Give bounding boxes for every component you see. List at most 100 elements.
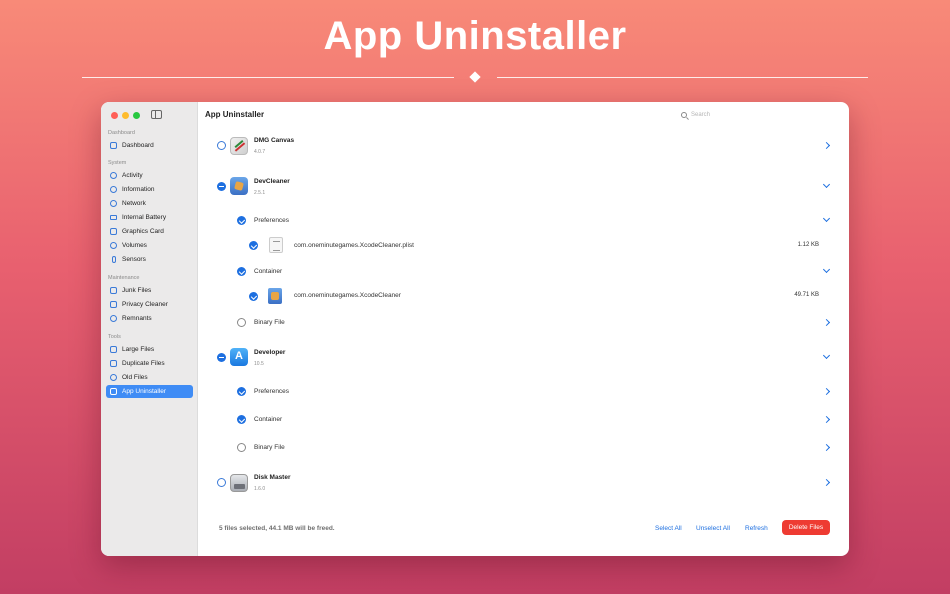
chevron-down-icon[interactable] — [822, 351, 831, 360]
group-checkbox[interactable] — [237, 443, 246, 452]
hero-divider-left — [82, 77, 454, 78]
sidebar-item-label: App Uninstaller — [122, 388, 167, 395]
chevron-right-icon[interactable] — [822, 387, 831, 396]
group-row-devcleaner-container[interactable]: Container — [199, 262, 849, 282]
sidebar-item-large-files[interactable]: Large Files — [106, 343, 193, 356]
sidebar-item-label: Sensors — [122, 256, 146, 263]
sidebar-item-label: Graphics Card — [122, 228, 164, 235]
group-row-developer-binary-file[interactable]: Binary File — [199, 438, 849, 458]
sidebar-item-label: Large Files — [122, 346, 155, 353]
sidebar-item-graphics-card[interactable]: Graphics Card — [106, 225, 193, 238]
clock-icon — [110, 374, 117, 381]
group-checkbox[interactable] — [237, 267, 246, 276]
file-size: 1.12 KB — [797, 242, 819, 248]
app-version: 4.0.7 — [254, 149, 266, 155]
sidebar-item-sensors[interactable]: Sensors — [106, 253, 193, 266]
sidebar-item-network[interactable]: Network — [106, 197, 193, 210]
section-label-dashboard: Dashboard — [108, 130, 135, 136]
sidebar-item-dashboard[interactable]: Dashboard — [106, 139, 193, 152]
file-size: 49.71 KB — [794, 292, 819, 298]
unselect-all-button[interactable]: Unselect All — [696, 525, 730, 532]
sidebar-item-remnants[interactable]: Remnants — [106, 312, 193, 325]
group-checkbox[interactable] — [237, 318, 246, 327]
refresh-button[interactable]: Refresh — [745, 525, 768, 532]
app-name: Disk Master — [254, 474, 291, 481]
battery-icon — [110, 215, 117, 220]
magnifier-icon — [110, 315, 117, 322]
select-all-button[interactable]: Select All — [655, 525, 682, 532]
sidebar-toggle-icon[interactable] — [151, 110, 162, 119]
sidebar-item-privacy-cleaner[interactable]: Privacy Cleaner — [106, 298, 193, 311]
delete-files-button[interactable]: Delete Files — [782, 520, 830, 535]
group-row-devcleaner-binary-file[interactable]: Binary File — [199, 313, 849, 333]
app-version: 2.5.1 — [254, 190, 266, 196]
file-row[interactable]: com.oneminutegames.XcodeCleaner 49.71 KB — [199, 286, 849, 308]
app-box-icon — [110, 388, 117, 395]
chevron-right-icon[interactable] — [822, 318, 831, 327]
file-name: com.oneminutegames.XcodeCleaner — [294, 292, 401, 299]
chevron-right-icon[interactable] — [822, 141, 831, 150]
sidebar-item-old-files[interactable]: Old Files — [106, 371, 193, 384]
section-label-maintenance: Maintenance — [108, 275, 140, 281]
gpu-icon — [110, 228, 117, 235]
group-row-developer-preferences[interactable]: Preferences — [199, 381, 849, 401]
sidebar-item-information[interactable]: Information — [106, 183, 193, 196]
hero-title: App Uninstaller — [323, 14, 627, 58]
section-label-system: System — [108, 160, 127, 166]
sidebar-item-app-uninstaller[interactable]: App Uninstaller — [106, 385, 193, 398]
group-checkbox[interactable] — [237, 415, 246, 424]
sidebar: Dashboard Dashboard System Activity Info… — [101, 102, 198, 556]
shield-icon — [110, 301, 117, 308]
sidebar-item-activity[interactable]: Activity — [106, 169, 193, 182]
file-row[interactable]: com.oneminutegames.XcodeCleaner.plist 1.… — [199, 235, 849, 257]
thermometer-icon — [112, 256, 116, 263]
plist-file-icon — [269, 237, 283, 253]
dmg-canvas-app-icon — [230, 137, 248, 155]
group-checkbox[interactable] — [237, 216, 246, 225]
sidebar-item-label: Privacy Cleaner — [122, 301, 168, 308]
sidebar-item-label: Activity — [122, 172, 143, 179]
sidebar-item-internal-battery[interactable]: Internal Battery — [106, 211, 193, 224]
globe-icon — [110, 200, 117, 207]
sidebar-item-duplicate-files[interactable]: Duplicate Files — [106, 357, 193, 370]
app-row-devcleaner[interactable]: DevCleaner 2.5.1 — [199, 172, 849, 200]
chevron-down-icon[interactable] — [822, 180, 831, 189]
search-placeholder: Search — [691, 112, 711, 118]
chevron-down-icon[interactable] — [822, 265, 831, 274]
app-checkbox[interactable] — [217, 182, 226, 191]
gauge-icon — [110, 172, 117, 179]
chevron-right-icon[interactable] — [822, 478, 831, 487]
devcleaner-app-icon — [230, 177, 248, 195]
zoom-window-button[interactable] — [133, 112, 140, 119]
section-label-tools: Tools — [108, 334, 121, 340]
search-input[interactable]: Search — [677, 109, 842, 121]
group-label: Preferences — [254, 388, 290, 395]
file-checkbox[interactable] — [249, 292, 258, 301]
group-label: Preferences — [254, 217, 290, 224]
group-label: Container — [254, 416, 283, 423]
close-window-button[interactable] — [111, 112, 118, 119]
chevron-down-icon[interactable] — [822, 214, 831, 223]
sidebar-item-junk-files[interactable]: Junk Files — [106, 284, 193, 297]
sidebar-item-label: Duplicate Files — [122, 360, 165, 367]
app-row-disk-master[interactable]: Disk Master 1.6.0 — [199, 469, 849, 497]
app-row-dmg-canvas[interactable]: DMG Canvas 4.0.7 — [199, 132, 849, 160]
disk-master-app-icon — [230, 474, 248, 492]
group-checkbox[interactable] — [237, 387, 246, 396]
chevron-right-icon[interactable] — [822, 443, 831, 452]
app-name: Developer — [254, 349, 286, 356]
house-icon — [110, 142, 117, 149]
sidebar-item-volumes[interactable]: Volumes — [106, 239, 193, 252]
file-checkbox[interactable] — [249, 241, 258, 250]
minimize-window-button[interactable] — [122, 112, 129, 119]
app-row-developer[interactable]: Developer 10.5 — [199, 343, 849, 371]
developer-app-icon — [230, 348, 248, 366]
app-checkbox[interactable] — [217, 478, 226, 487]
group-row-developer-container[interactable]: Container — [199, 410, 849, 430]
app-checkbox[interactable] — [217, 141, 226, 150]
group-label: Container — [254, 268, 283, 275]
chevron-right-icon[interactable] — [822, 415, 831, 424]
group-row-devcleaner-preferences[interactable]: Preferences — [199, 210, 849, 230]
app-checkbox[interactable] — [217, 353, 226, 362]
document-icon — [110, 346, 117, 353]
